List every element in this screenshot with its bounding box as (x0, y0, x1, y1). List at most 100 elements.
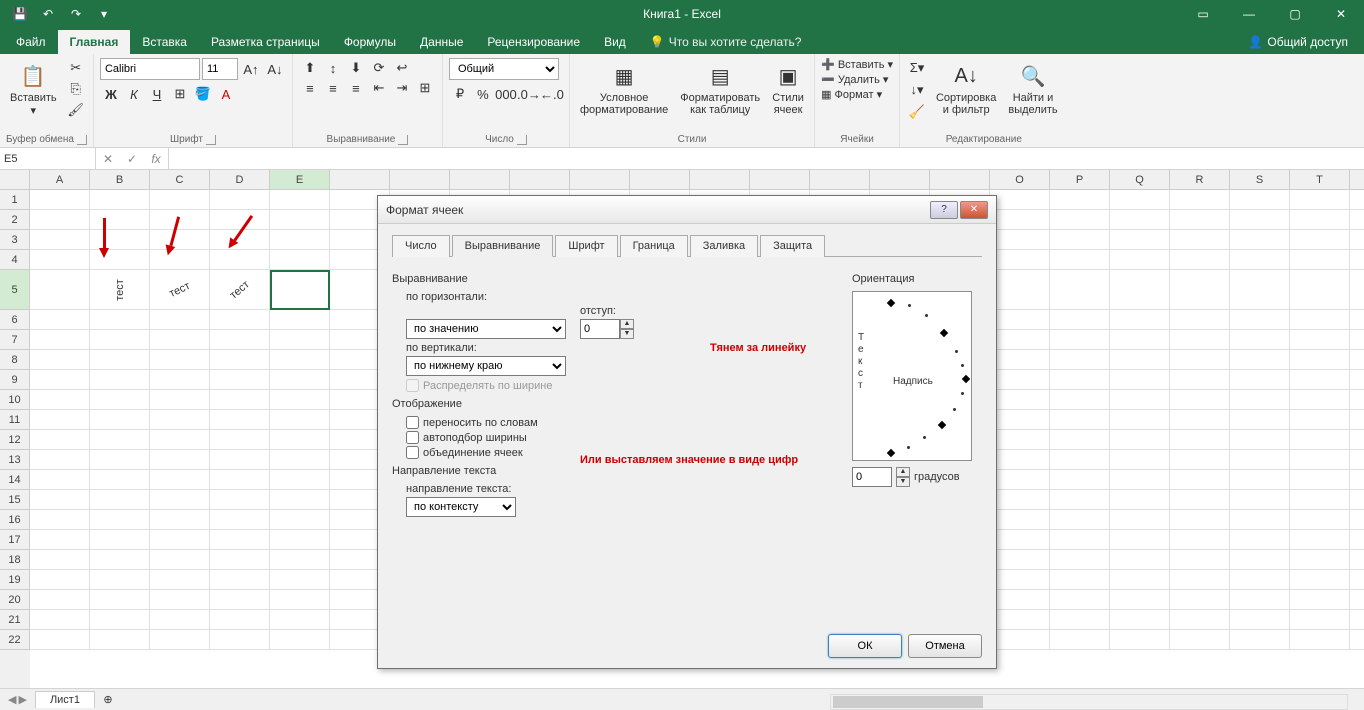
increase-font-icon[interactable]: A↑ (240, 59, 262, 79)
row-header[interactable]: 1 (0, 190, 30, 210)
insert-cells-button[interactable]: ➕Вставить ▾ (821, 58, 893, 71)
dialog-tab[interactable]: Защита (760, 235, 825, 257)
tab-data[interactable]: Данные (408, 30, 475, 54)
align-middle-icon[interactable]: ↕ (322, 58, 344, 78)
spin-down-icon[interactable]: ▼ (896, 477, 910, 487)
dialog-launcher-icon[interactable] (77, 135, 87, 145)
orientation-control[interactable]: Текст Надпись (852, 291, 972, 461)
spin-down-icon[interactable]: ▼ (620, 329, 634, 339)
dialog-close-icon[interactable]: ✕ (960, 201, 988, 219)
text-direction-select[interactable]: по контексту (406, 497, 516, 517)
underline-icon[interactable]: Ч (146, 84, 168, 104)
column-header[interactable]: U (1350, 170, 1364, 190)
dialog-titlebar[interactable]: Формат ячеек ? ✕ (378, 196, 996, 224)
column-header[interactable]: R (1170, 170, 1230, 190)
column-header[interactable] (690, 170, 750, 190)
align-top-icon[interactable]: ⬆ (299, 58, 321, 78)
row-header[interactable]: 22 (0, 630, 30, 650)
row-header[interactable]: 11 (0, 410, 30, 430)
row-header[interactable]: 5 (0, 270, 30, 310)
merge-checkbox[interactable] (406, 446, 419, 459)
column-header[interactable] (630, 170, 690, 190)
degrees-input[interactable] (852, 467, 892, 487)
qat-customize-icon[interactable]: ▾ (92, 3, 116, 25)
prev-sheet-icon[interactable]: ◀ (8, 693, 16, 706)
font-color-icon[interactable]: A (215, 84, 237, 104)
cancel-formula-icon[interactable]: ✕ (96, 148, 120, 169)
row-header[interactable]: 6 (0, 310, 30, 330)
number-format-select[interactable]: Общий (449, 58, 559, 80)
column-header[interactable] (750, 170, 810, 190)
find-select-button[interactable]: 🔍Найти и выделить (1004, 58, 1061, 118)
row-header[interactable]: 12 (0, 430, 30, 450)
conditional-formatting-button[interactable]: ▦Условное форматирование (576, 58, 672, 118)
autosum-icon[interactable]: Σ▾ (906, 58, 928, 78)
row-header[interactable]: 20 (0, 590, 30, 610)
comma-icon[interactable]: 000 (495, 84, 517, 104)
column-header[interactable]: C (150, 170, 210, 190)
row-header[interactable]: 3 (0, 230, 30, 250)
vertical-align-select[interactable]: по нижнему краю (406, 356, 566, 376)
tab-insert[interactable]: Вставка (130, 30, 199, 54)
cancel-button[interactable]: Отмена (908, 634, 982, 658)
italic-icon[interactable]: К (123, 84, 145, 104)
share-button[interactable]: 👤 Общий доступ (1236, 30, 1360, 54)
dialog-tab[interactable]: Заливка (690, 235, 758, 257)
enter-formula-icon[interactable]: ✓ (120, 148, 144, 169)
tab-review[interactable]: Рецензирование (475, 30, 592, 54)
column-header[interactable]: D (210, 170, 270, 190)
align-bottom-icon[interactable]: ⬇ (345, 58, 367, 78)
name-box[interactable]: E5 (0, 148, 96, 169)
border-icon[interactable]: ⊞ (169, 84, 191, 104)
align-right-icon[interactable]: ≡ (345, 78, 367, 98)
paste-button[interactable]: 📋 Вставить ▾ (6, 58, 61, 119)
tab-file[interactable]: Файл (4, 30, 58, 54)
column-header[interactable]: S (1230, 170, 1290, 190)
dialog-launcher-icon[interactable] (398, 135, 408, 145)
font-name-select[interactable] (100, 58, 200, 80)
row-header[interactable]: 14 (0, 470, 30, 490)
fill-color-icon[interactable]: 🪣 (192, 84, 214, 104)
row-header[interactable]: 17 (0, 530, 30, 550)
sort-filter-button[interactable]: A↓Сортировка и фильтр (932, 58, 1000, 118)
cell-d5[interactable]: тест (210, 270, 270, 310)
dialog-tab[interactable]: Выравнивание (452, 235, 554, 257)
format-as-table-button[interactable]: ▤Форматировать как таблицу (676, 58, 764, 118)
horizontal-align-select[interactable]: по значению (406, 319, 566, 339)
ribbon-options-icon[interactable]: ▭ (1180, 0, 1226, 28)
maximize-icon[interactable]: ▢ (1272, 0, 1318, 28)
fx-icon[interactable]: fx (144, 148, 168, 169)
ok-button[interactable]: ОК (828, 634, 902, 658)
cell-styles-button[interactable]: ▣Стили ячеек (768, 58, 808, 118)
cut-icon[interactable]: ✂ (65, 58, 87, 78)
row-header[interactable]: 19 (0, 570, 30, 590)
fill-icon[interactable]: ↓▾ (906, 80, 928, 100)
spin-up-icon[interactable]: ▲ (620, 319, 634, 329)
column-header[interactable] (450, 170, 510, 190)
shrink-checkbox[interactable] (406, 431, 419, 444)
column-header[interactable]: E (270, 170, 330, 190)
merge-icon[interactable]: ⊞ (414, 78, 436, 98)
indent-input[interactable] (580, 319, 620, 339)
column-header[interactable] (870, 170, 930, 190)
decrease-indent-icon[interactable]: ⇤ (368, 78, 390, 98)
horizontal-scrollbar[interactable] (830, 694, 1348, 710)
row-header[interactable]: 15 (0, 490, 30, 510)
close-icon[interactable]: ✕ (1318, 0, 1364, 28)
redo-icon[interactable]: ↷ (64, 3, 88, 25)
column-header[interactable]: O (990, 170, 1050, 190)
cell-e5-selected[interactable] (270, 270, 330, 310)
format-cells-button[interactable]: ▦Формат ▾ (821, 88, 893, 101)
column-header[interactable]: P (1050, 170, 1110, 190)
formula-input[interactable] (169, 148, 1364, 169)
sheet-tab[interactable]: Лист1 (35, 691, 95, 708)
cell-b5[interactable]: тест (90, 270, 150, 310)
tab-view[interactable]: Вид (592, 30, 638, 54)
row-header[interactable]: 4 (0, 250, 30, 270)
cell-c5[interactable]: тест (150, 270, 210, 310)
tab-home[interactable]: Главная (58, 30, 131, 54)
row-header[interactable]: 21 (0, 610, 30, 630)
column-header[interactable]: T (1290, 170, 1350, 190)
column-header[interactable] (810, 170, 870, 190)
column-header[interactable]: B (90, 170, 150, 190)
